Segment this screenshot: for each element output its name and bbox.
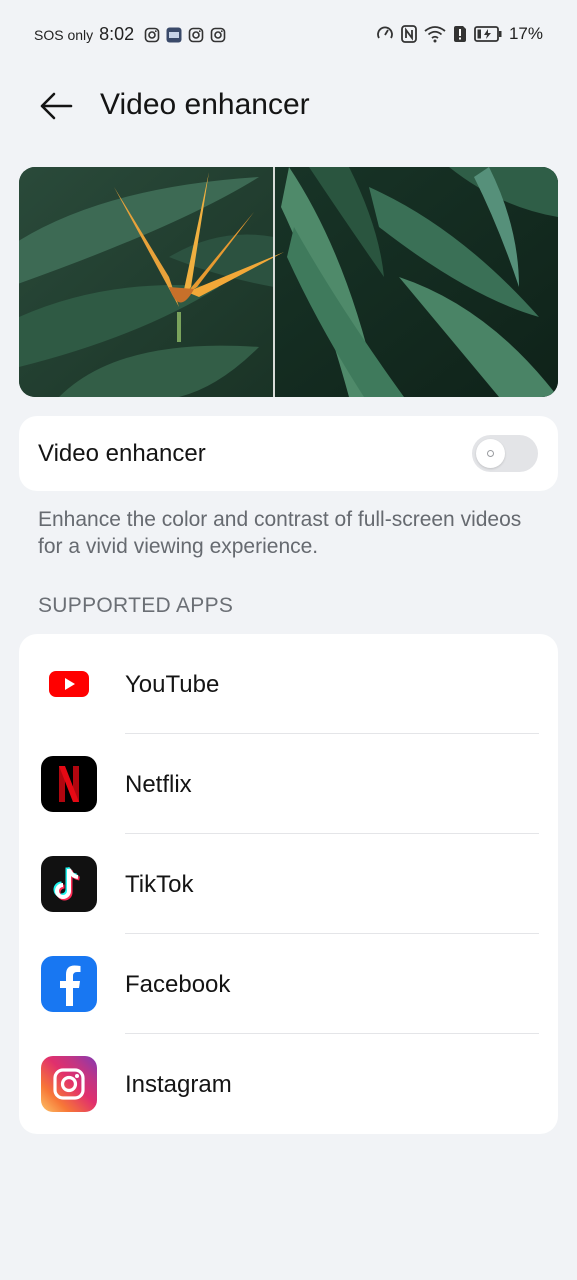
facebook-icon <box>41 956 97 1012</box>
wifi-icon <box>424 26 446 43</box>
carrier-text: SOS only <box>34 26 94 43</box>
app-name: Instagram <box>125 1071 232 1098</box>
app-row-facebook[interactable]: Facebook <box>19 934 558 1034</box>
instagram-notification-icon <box>144 27 160 42</box>
clock: 8:02 <box>99 24 135 44</box>
before-after-preview-image <box>19 167 558 397</box>
app-row-netflix[interactable]: Netflix <box>19 734 558 834</box>
video-enhancer-label: Video enhancer <box>38 440 206 467</box>
page-header: Video enhancer <box>0 80 577 132</box>
sim-alert-icon <box>453 26 466 42</box>
battery-icon <box>474 26 502 42</box>
instagram-notification-icon <box>210 27 226 42</box>
page-title: Video enhancer <box>100 88 310 121</box>
app-notification-icon <box>166 27 182 42</box>
netflix-icon <box>41 756 97 812</box>
app-name: Netflix <box>125 771 192 798</box>
switch-knob <box>476 439 505 468</box>
app-name: YouTube <box>125 671 220 698</box>
nfc-icon <box>401 25 417 43</box>
speed-icon <box>377 26 393 39</box>
youtube-icon <box>41 656 97 712</box>
app-row-tiktok[interactable]: TikTok <box>19 834 558 934</box>
app-name: TikTok <box>125 871 194 898</box>
instagram-notification-icon <box>188 27 204 42</box>
battery-percent: 17% <box>508 24 543 43</box>
video-enhancer-switch[interactable] <box>472 435 538 472</box>
supported-apps-list: YouTube Netflix TikTok Facebook Instagra… <box>19 634 558 1134</box>
app-row-instagram[interactable]: Instagram <box>19 1034 558 1134</box>
instagram-icon <box>41 1056 97 1112</box>
video-enhancer-toggle-row[interactable]: Video enhancer <box>19 416 558 491</box>
tiktok-icon <box>41 856 97 912</box>
back-button[interactable] <box>36 86 76 126</box>
section-header-supported-apps: SUPPORTED APPS <box>38 594 234 617</box>
status-bar: SOS only 8:02 17% <box>0 0 577 70</box>
app-row-youtube[interactable]: YouTube <box>19 634 558 734</box>
feature-description: Enhance the color and contrast of full-s… <box>38 508 522 558</box>
back-arrow-icon <box>40 92 73 120</box>
app-name: Facebook <box>125 971 231 998</box>
